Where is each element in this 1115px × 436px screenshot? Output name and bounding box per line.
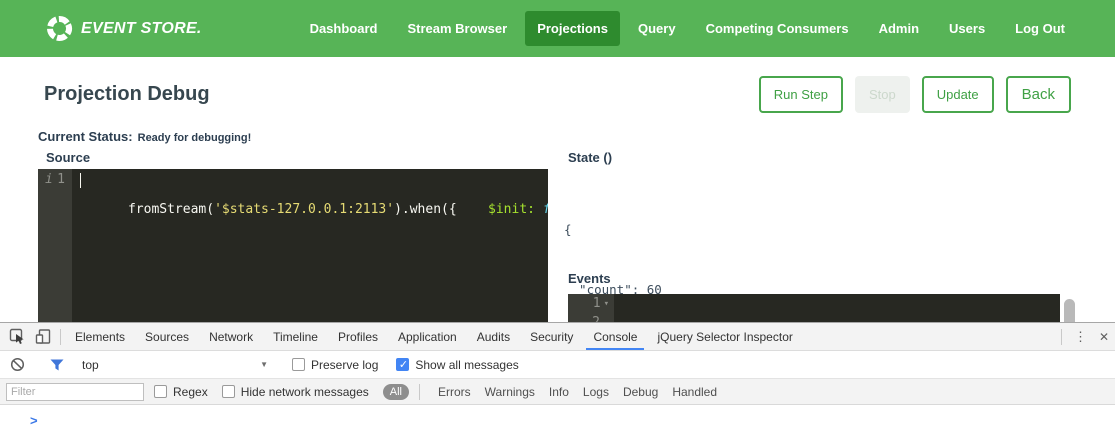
source-code-line[interactable]: fromStream('$stats-127.0.0.1:2113').when… xyxy=(72,169,548,322)
filter-icon[interactable] xyxy=(44,351,70,378)
nav-item-users[interactable]: Users xyxy=(949,21,985,36)
inspect-element-icon[interactable] xyxy=(4,323,30,350)
separator xyxy=(419,384,420,400)
text-caret xyxy=(80,173,81,188)
devtools-tab-audits[interactable]: Audits xyxy=(470,323,517,350)
nav-menu: Dashboard Stream Browser Projections Que… xyxy=(310,21,1065,36)
regex-label: Regex xyxy=(173,385,208,399)
console-toolbar: top ▼ Preserve log Show all messages xyxy=(0,351,1115,379)
back-button[interactable]: Back xyxy=(1006,76,1071,113)
stop-button: Stop xyxy=(855,76,910,113)
devtools-tab-jquery-selector-inspector[interactable]: jQuery Selector Inspector xyxy=(650,323,799,350)
page-title: Projection Debug xyxy=(44,83,210,106)
clear-console-icon[interactable] xyxy=(4,351,30,378)
devtools-tab-application[interactable]: Application xyxy=(391,323,464,350)
devtools-tab-timeline[interactable]: Timeline xyxy=(266,323,325,350)
show-all-messages-label: Show all messages xyxy=(415,358,518,372)
close-devtools-icon[interactable]: ✕ xyxy=(1095,330,1115,344)
state-json-line: { xyxy=(564,220,662,240)
separator xyxy=(1061,329,1062,345)
device-toolbar-icon[interactable] xyxy=(30,323,56,350)
source-gutter: i 1 xyxy=(38,169,72,322)
code-token xyxy=(457,202,488,217)
page: EVENT STORE. Dashboard Stream Browser Pr… xyxy=(0,0,1115,436)
filter-level-info[interactable]: Info xyxy=(549,385,569,399)
chevron-down-icon: ▼ xyxy=(260,360,268,369)
code-token-keyword: $init: xyxy=(488,202,535,217)
line-number: 2 xyxy=(592,315,600,322)
event-store-logo[interactable]: EVENT STORE. xyxy=(46,15,202,42)
nav-item-competing-consumers[interactable]: Competing Consumers xyxy=(706,21,849,36)
line-number: 1 xyxy=(57,172,65,187)
top-navbar: EVENT STORE. Dashboard Stream Browser Pr… xyxy=(0,0,1115,57)
state-heading: State () xyxy=(568,150,612,165)
devtools-tab-network[interactable]: Network xyxy=(202,323,260,350)
filter-level-errors[interactable]: Errors xyxy=(438,385,471,399)
execution-context-select[interactable]: top ▼ xyxy=(82,358,268,372)
kebab-menu-icon[interactable]: ⋮ xyxy=(1066,329,1095,345)
filter-level-all[interactable]: All xyxy=(383,384,409,400)
nav-item-dashboard[interactable]: Dashboard xyxy=(310,21,378,36)
nav-item-query[interactable]: Query xyxy=(638,21,676,36)
events-gutter: 1 ▾ 2 xyxy=(568,294,614,322)
preserve-log-checkbox[interactable] xyxy=(292,358,305,371)
devtools-tab-bar: Elements Sources Network Timeline Profil… xyxy=(0,323,1115,351)
devtools-tabbar-controls: ⋮ ✕ xyxy=(1057,329,1115,345)
console-output[interactable]: > xyxy=(0,405,1115,428)
status-label: Current Status: xyxy=(38,129,133,144)
devtools-tab-profiles[interactable]: Profiles xyxy=(331,323,385,350)
fold-arrow-icon[interactable]: ▾ xyxy=(604,299,609,309)
separator xyxy=(60,329,61,345)
code-token: fromStream( xyxy=(128,202,214,217)
hide-network-messages-label: Hide network messages xyxy=(241,385,369,399)
current-status: Current Status: Ready for debugging! xyxy=(38,128,251,146)
filter-level-debug[interactable]: Debug xyxy=(623,385,658,399)
line-number: 1 xyxy=(593,296,601,311)
nav-item-projections[interactable]: Projections xyxy=(525,11,620,46)
filter-level-handled[interactable]: Handled xyxy=(672,385,717,399)
devtools-panel: Elements Sources Network Timeline Profil… xyxy=(0,322,1115,436)
nav-item-log-out[interactable]: Log Out xyxy=(1015,21,1065,36)
console-filter-bar: Regex Hide network messages All Errors W… xyxy=(0,379,1115,405)
action-buttons: Run Step Stop Update Back xyxy=(759,76,1071,113)
devtools-tab-sources[interactable]: Sources xyxy=(138,323,196,350)
context-value: top xyxy=(82,358,99,372)
source-code-editor[interactable]: i 1 fromStream('$stats-127.0.0.1:2113').… xyxy=(38,169,548,322)
nav-item-stream-browser[interactable]: Stream Browser xyxy=(407,21,507,36)
devtools-tab-console[interactable]: Console xyxy=(586,323,644,350)
regex-checkbox[interactable] xyxy=(154,385,167,398)
brand-text: EVENT STORE. xyxy=(81,20,202,38)
run-step-button[interactable]: Run Step xyxy=(759,76,843,113)
console-prompt-icon[interactable]: > xyxy=(30,413,38,428)
event-store-ring-icon xyxy=(46,15,73,42)
filter-input[interactable] xyxy=(6,383,144,401)
devtools-tab-security[interactable]: Security xyxy=(523,323,580,350)
gutter-info-icon: i xyxy=(45,172,53,187)
events-code-editor[interactable]: 1 ▾ 2 { "correlationId": "f2c02ac7-2224-… xyxy=(568,294,1060,322)
status-value: Ready for debugging! xyxy=(138,132,252,144)
events-code: { "correlationId": "f2c02ac7-2224-49cb-a… xyxy=(614,294,1060,322)
update-button[interactable]: Update xyxy=(922,76,994,113)
source-heading: Source xyxy=(46,150,90,165)
hide-network-messages-checkbox[interactable] xyxy=(222,385,235,398)
code-token xyxy=(535,202,543,217)
events-heading: Events xyxy=(568,271,611,286)
filter-level-warnings[interactable]: Warnings xyxy=(485,385,535,399)
preserve-log-label: Preserve log xyxy=(311,358,378,372)
nav-item-admin[interactable]: Admin xyxy=(879,21,919,36)
devtools-tab-elements[interactable]: Elements xyxy=(68,323,132,350)
filter-level-logs[interactable]: Logs xyxy=(583,385,609,399)
show-all-messages-checkbox[interactable] xyxy=(396,358,409,371)
code-token-type: fu xyxy=(543,202,548,217)
code-token: ).when({ xyxy=(394,202,457,217)
code-token-string: '$stats-127.0.0.1:2113' xyxy=(214,202,394,217)
